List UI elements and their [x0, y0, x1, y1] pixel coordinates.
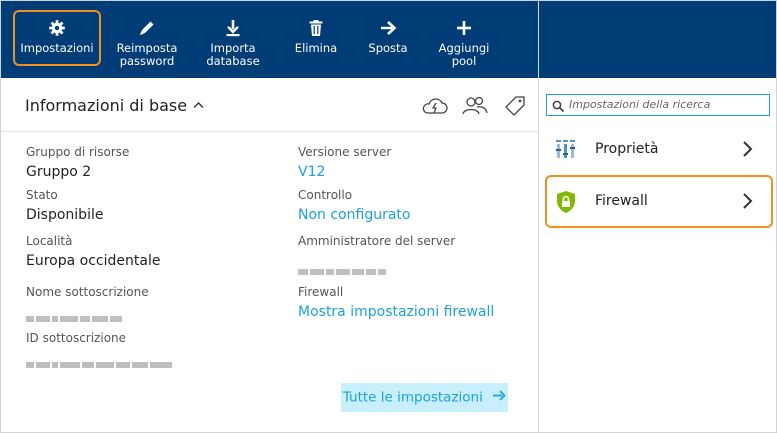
- essentials-title: Informazioni di base: [25, 96, 188, 115]
- import-database-label: Importa database: [206, 41, 260, 68]
- arrow-right-icon: [493, 383, 506, 412]
- tag-icon[interactable]: [503, 95, 527, 117]
- settings-button-highlight: [13, 10, 101, 66]
- delete-label: Elimina: [294, 41, 338, 55]
- server-version-label: Versione server: [298, 145, 392, 159]
- audit-label: Controllo: [298, 188, 353, 202]
- settings-item-properties-label: Proprietà: [595, 141, 659, 157]
- properties-icon: [555, 138, 577, 162]
- server-admin-label: Amministratore del server: [298, 234, 456, 248]
- firewall-item-highlight: [545, 175, 773, 228]
- settings-search-box[interactable]: [546, 94, 770, 116]
- download-icon: [223, 18, 243, 38]
- status-label: Stato: [26, 188, 58, 202]
- add-pool-label: Aggiungi pool: [438, 41, 490, 68]
- subscription-id-redacted: [26, 354, 174, 368]
- status-value: Disponibile: [26, 207, 104, 223]
- resource-group-label: Gruppo di risorse: [26, 145, 130, 159]
- cloud-lightning-icon[interactable]: [421, 96, 449, 118]
- move-label: Sposta: [368, 41, 408, 55]
- import-database-button[interactable]: Importa database: [195, 1, 271, 78]
- reset-password-label: Reimposta password: [116, 41, 178, 68]
- plus-icon: [454, 18, 474, 38]
- delete-button[interactable]: Elimina: [281, 1, 351, 78]
- firewall-label: Firewall: [298, 285, 344, 299]
- chevron-right-icon: [742, 140, 754, 158]
- location-label: Località: [26, 234, 73, 248]
- settings-item-properties[interactable]: Proprietà: [539, 127, 776, 173]
- resource-group-value: Gruppo 2: [26, 164, 92, 180]
- all-settings-label: Tutte le impostazioni: [342, 389, 483, 406]
- reset-password-button[interactable]: Reimposta password: [109, 1, 185, 78]
- add-pool-button[interactable]: Aggiungi pool: [429, 1, 499, 78]
- settings-search-input[interactable]: [569, 96, 765, 113]
- firewall-settings-link[interactable]: Mostra impostazioni firewall: [298, 304, 494, 320]
- subscription-name-redacted: [26, 308, 124, 322]
- location-value: Europa occidentale: [26, 253, 161, 269]
- users-icon[interactable]: [461, 95, 489, 117]
- essentials-header[interactable]: Informazioni di base: [25, 96, 204, 115]
- trash-icon: [306, 18, 326, 38]
- server-blade: Impostazioni Reimposta password Importa …: [1, 1, 539, 432]
- settings-blade-header: [539, 1, 776, 78]
- server-admin-redacted: [298, 261, 388, 275]
- arrow-right-icon: [378, 18, 398, 38]
- settings-blade: Proprietà Firewall: [539, 1, 776, 432]
- command-bar: Impostazioni Reimposta password Importa …: [1, 1, 538, 78]
- move-button[interactable]: Sposta: [353, 1, 423, 78]
- chevron-up-icon: [193, 98, 204, 112]
- server-version-link[interactable]: V12: [298, 164, 325, 180]
- search-icon: [552, 98, 565, 113]
- subscription-name-label: Nome sottoscrizione: [26, 285, 149, 299]
- subscription-id-label: ID sottoscrizione: [26, 331, 127, 345]
- all-settings-button[interactable]: Tutte le impostazioni: [341, 383, 508, 412]
- audit-link[interactable]: Non configurato: [298, 207, 410, 223]
- essentials-divider: [1, 131, 538, 132]
- pencil-icon: [137, 18, 157, 38]
